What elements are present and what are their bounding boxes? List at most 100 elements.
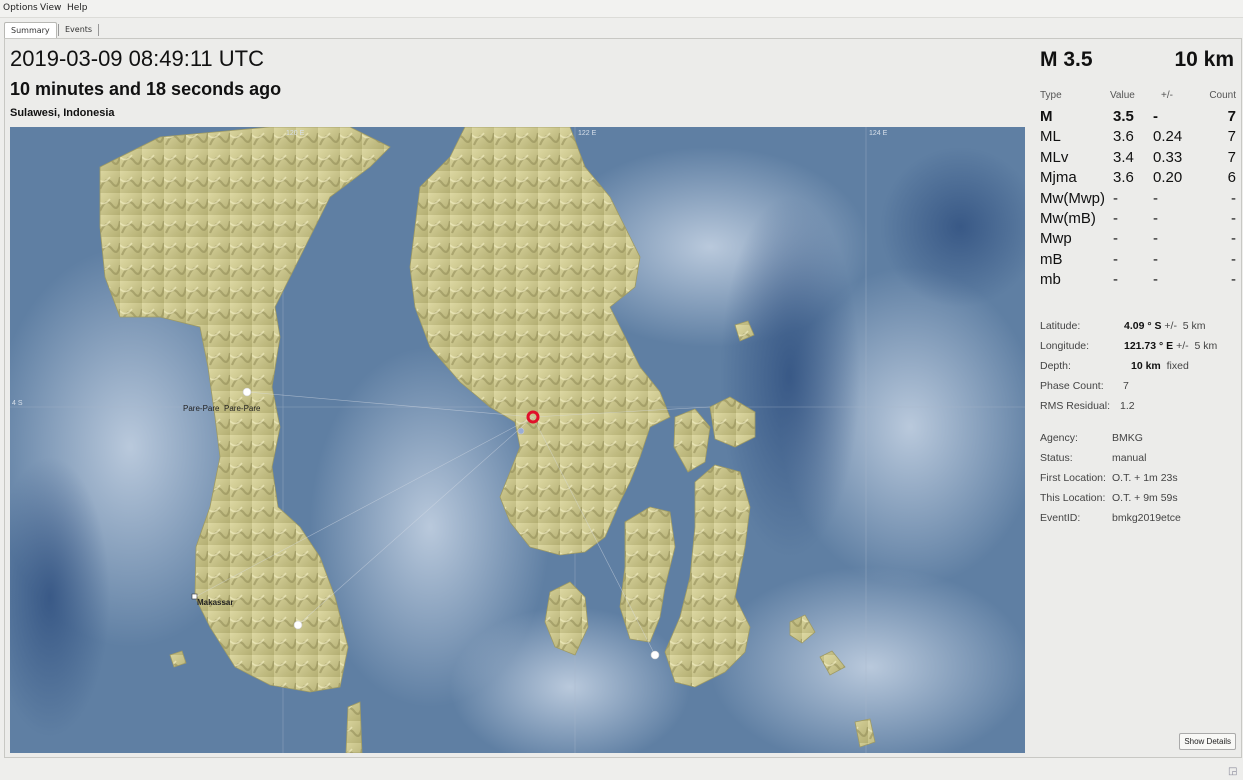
header-uncertainty: +/- [1161,90,1173,101]
mag-uncertainty: - [1153,189,1158,207]
origin-time: 2019-03-09 08:49:11 UTC [10,46,264,71]
table-row: mb - - - [1040,271,1236,291]
mag-uncertainty: 0.24 [1153,128,1183,146]
rms-row: RMS Residual: 1.2 [1040,400,1240,416]
magnitude-table: Type Value +/- Count M 3.5 - 7 ML 3.6 0.… [1040,90,1236,292]
region-name: Sulawesi, Indonesia [10,107,115,119]
depth-row: Depth: 10 km fixed [1040,360,1240,376]
header-type: Type [1040,90,1062,101]
agency-label: Agency: [1040,432,1078,444]
mag-type: MLv [1040,148,1069,166]
status-label: Status: [1040,452,1073,464]
lat-label: 4 S [12,400,23,407]
phase-count-row: Phase Count: 7 [1040,380,1240,396]
menu-help[interactable]: Help [67,3,88,13]
summary-sidebar: M 3.5 10 km Type Value +/- Count M 3.5 -… [1030,40,1238,754]
mag-count: 7 [1227,148,1236,166]
header-value: Value [1110,90,1135,101]
table-row: Mw(Mwp) - - - [1040,190,1236,210]
first-location-row: First Location: O.T. + 1m 23s [1040,472,1240,488]
mag-count: - [1231,189,1236,207]
header-count: Count [1209,90,1236,101]
city-label: Pare-Pare [224,404,261,413]
mag-count: - [1231,230,1236,248]
time-ago: 10 minutes and 18 seconds ago [10,79,282,99]
table-row: MLv 3.4 0.33 7 [1040,149,1236,169]
event-id-value: bmkg2019etce [1112,512,1181,524]
table-row: Mw(mB) - - - [1040,210,1236,230]
agency-value: BMKG [1112,432,1143,444]
mag-value: 3.6 [1113,128,1134,146]
mag-uncertainty: 0.33 [1153,148,1183,166]
depth-label: Depth: [1040,360,1071,372]
table-row: Mjma 3.6 0.20 6 [1040,169,1236,189]
mag-uncertainty: 0.20 [1153,169,1183,187]
latitude-value: 4.09 ° S +/- 5 km [1124,320,1206,332]
mag-uncertainty: - [1153,250,1158,268]
mag-uncertainty: - [1153,230,1158,248]
station-marker[interactable] [517,427,525,435]
map-canvas: 120 E 122 E 124 E 4 S Pare-Pare Pare-Par… [10,127,1025,753]
agency-row: Agency: BMKG [1040,432,1240,448]
status-value: manual [1112,452,1147,464]
latitude-row: Latitude: 4.09 ° S +/- 5 km [1040,320,1240,336]
mag-type: Mw(mB) [1040,209,1096,227]
mag-value: - [1113,209,1118,227]
this-location-row: This Location: O.T. + 9m 59s [1040,492,1240,508]
latitude-label: Latitude: [1040,320,1081,332]
resize-grip-icon[interactable]: ◲ [1228,766,1240,778]
mag-type: mB [1040,250,1063,268]
phase-count-value: 7 [1123,380,1129,392]
station-marker[interactable] [293,620,303,630]
mag-count: 7 [1227,128,1236,146]
first-location-value: O.T. + 1m 23s [1112,472,1178,484]
first-location-label: First Location: [1040,472,1106,484]
mag-uncertainty: - [1153,271,1158,289]
mag-value: - [1113,250,1118,268]
lon-label: 124 E [869,130,888,137]
mag-type: Mw(Mwp) [1040,189,1105,207]
mag-type: ML [1040,128,1061,146]
tab-summary[interactable]: Summary [4,22,57,38]
phase-count-label: Phase Count: [1040,380,1104,392]
menu-view[interactable]: View [40,3,61,13]
mag-count: - [1231,271,1236,289]
lon-label: 120 E [286,130,305,137]
longitude-label: Longitude: [1040,340,1090,352]
small-island-5 [345,701,363,753]
mag-count: 6 [1227,169,1236,187]
longitude-value: 121.73 ° E +/- 5 km [1124,340,1218,352]
mag-type: M [1040,108,1053,125]
mag-value: 3.5 [1113,108,1134,125]
menu-bar: Options View Help [0,0,1243,18]
mag-type: Mwp [1040,230,1072,248]
rms-label: RMS Residual: [1040,400,1111,412]
this-location-label: This Location: [1040,492,1106,504]
mag-count: 7 [1227,108,1236,125]
station-marker[interactable] [242,387,252,397]
mag-uncertainty: - [1153,209,1158,227]
mag-value: - [1113,271,1118,289]
mag-uncertainty: - [1153,108,1158,125]
mag-value: 3.4 [1113,148,1134,166]
mag-value: - [1113,230,1118,248]
mag-type: mb [1040,271,1061,289]
city-label: Pare-Pare [183,404,220,413]
depth-info-value: 10 km fixed [1131,360,1189,372]
station-marker[interactable] [650,650,660,660]
this-location-value: O.T. + 9m 59s [1112,492,1178,504]
city-label: Makassar [197,598,233,607]
table-row: M 3.5 - 7 [1040,108,1236,128]
mag-count: - [1231,250,1236,268]
mag-count: - [1231,209,1236,227]
event-id-label: EventID: [1040,512,1081,524]
mag-value: - [1113,189,1118,207]
menu-options[interactable]: Options [3,3,38,13]
event-map[interactable]: 120 E 122 E 124 E 4 S Pare-Pare Pare-Par… [10,127,1025,753]
show-details-button[interactable]: Show Details [1179,733,1236,750]
status-row: Status: manual [1040,452,1240,468]
mag-value: 3.6 [1113,169,1134,187]
magnitude-table-header: Type Value +/- Count [1040,90,1236,108]
tab-events[interactable]: Events [58,24,100,36]
lon-label: 122 E [578,130,597,137]
